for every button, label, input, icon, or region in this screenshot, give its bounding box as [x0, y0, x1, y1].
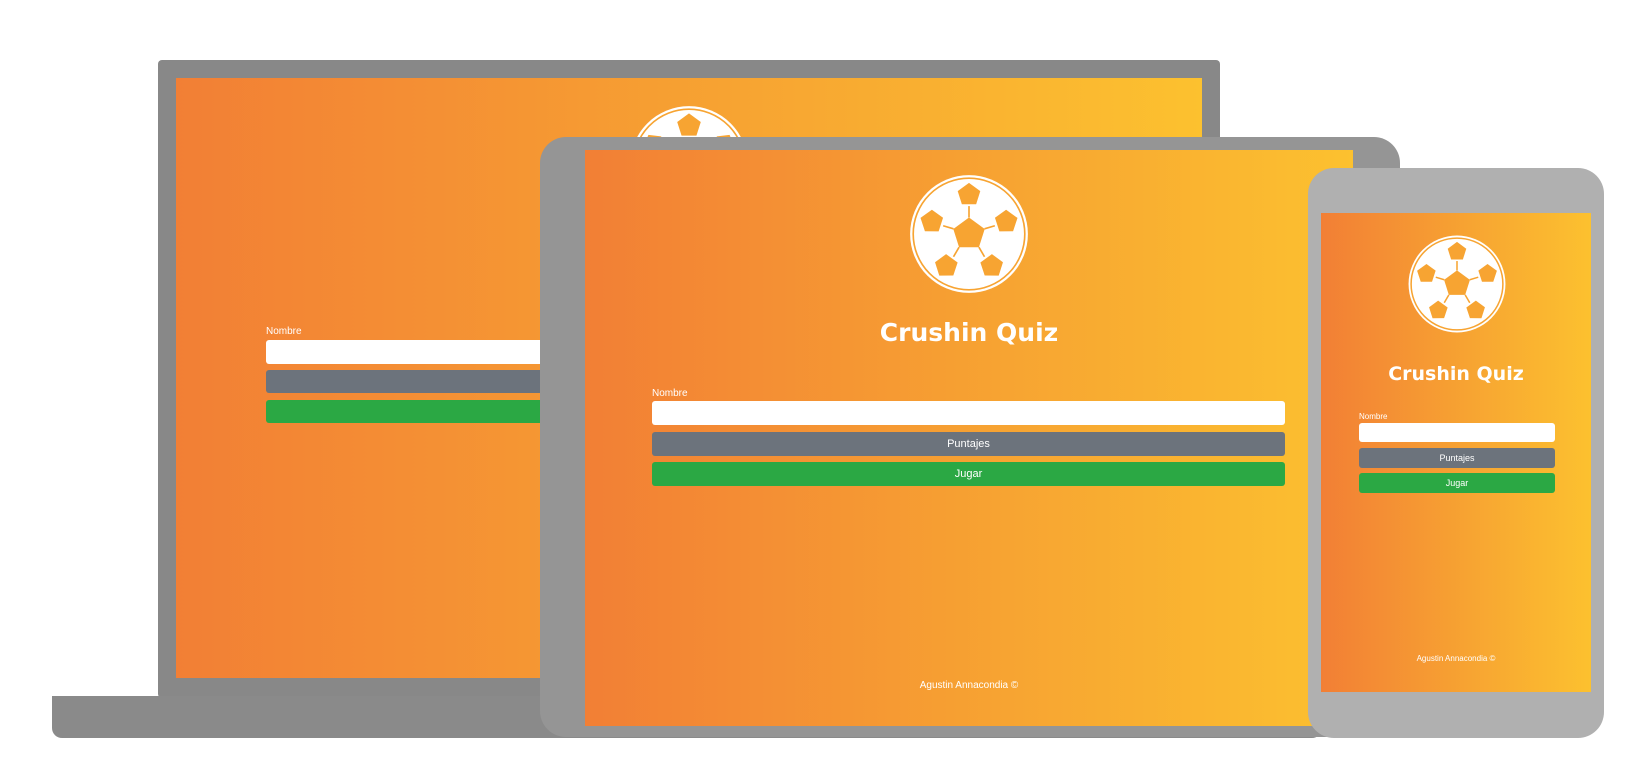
phone-app-title: Crushin Quiz — [1388, 363, 1524, 385]
tablet-app-title: Crushin Quiz — [879, 318, 1059, 347]
phone-scores-button[interactable]: Puntajes — [1359, 448, 1555, 468]
phone-screen: Crushin Quiz Nombre Puntajes Jugar Agust… — [1321, 213, 1591, 692]
laptop-name-label: Nombre — [266, 326, 302, 337]
soccer-ball-icon — [910, 175, 1028, 293]
tablet-name-input[interactable] — [652, 401, 1285, 425]
tablet-name-label: Nombre — [652, 388, 688, 399]
phone-footer: Agustin Annacondia © — [1416, 654, 1496, 663]
soccer-ball-icon — [1408, 235, 1506, 333]
phone-name-label: Nombre — [1359, 412, 1388, 421]
phone-play-button[interactable]: Jugar — [1359, 473, 1555, 493]
phone-name-input[interactable] — [1359, 423, 1555, 442]
tablet-footer: Agustin Annacondia © — [919, 680, 1019, 691]
tablet-scores-button[interactable]: Puntajes — [652, 432, 1285, 456]
tablet-play-button[interactable]: Jugar — [652, 462, 1285, 486]
tablet-screen: Crushin Quiz Nombre Puntajes Jugar Agust… — [585, 150, 1353, 726]
